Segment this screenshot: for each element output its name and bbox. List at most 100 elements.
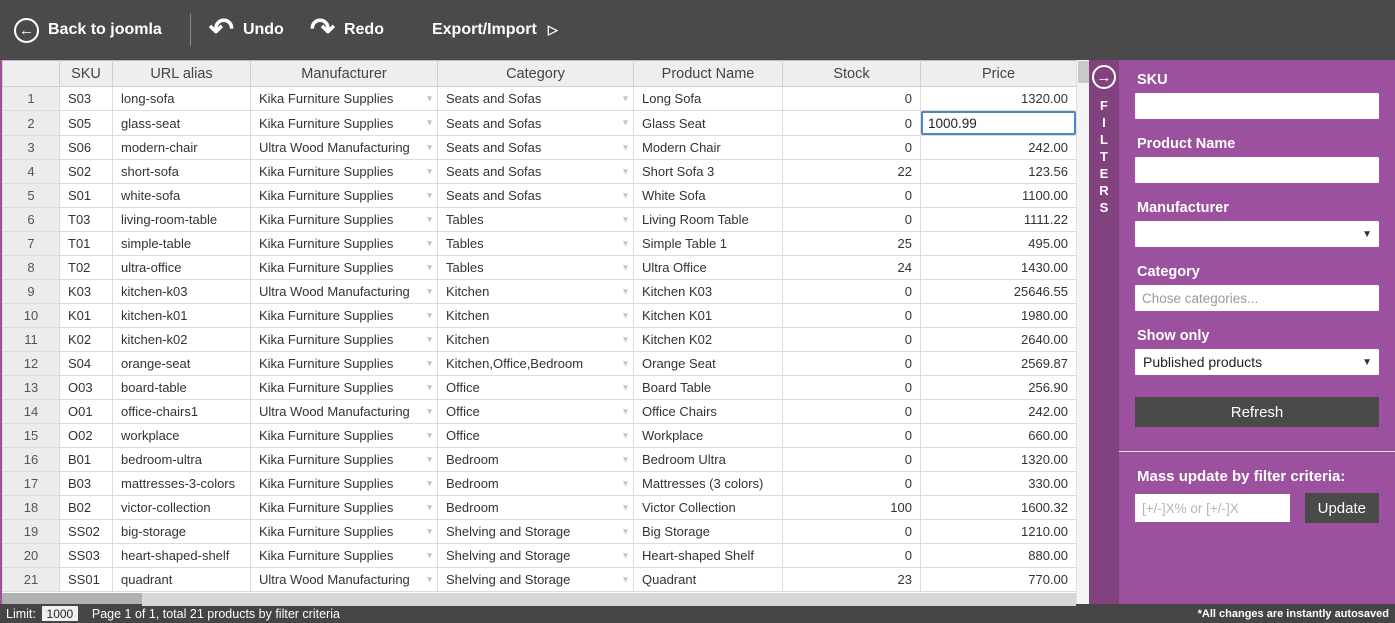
stock-cell[interactable]: 0 (783, 328, 921, 352)
stock-cell[interactable]: 0 (783, 520, 921, 544)
product-name-cell[interactable]: Orange Seat (634, 352, 783, 376)
price-cell[interactable]: 1100.00 (921, 184, 1077, 208)
manufacturer-cell[interactable]: Ultra Wood Manufacturing▾ (251, 400, 438, 424)
product-name-cell[interactable]: Modern Chair (634, 136, 783, 160)
url-alias-cell[interactable]: quadrant (113, 568, 251, 592)
sku-cell[interactable]: K03 (60, 280, 113, 304)
url-alias-cell[interactable]: white-sofa (113, 184, 251, 208)
category-cell[interactable]: Seats and Sofas▾ (438, 111, 634, 136)
category-cell[interactable]: Office▾ (438, 376, 634, 400)
url-alias-cell[interactable]: simple-table (113, 232, 251, 256)
sku-cell[interactable]: SS02 (60, 520, 113, 544)
price-cell[interactable]: 242.00 (921, 400, 1077, 424)
stock-cell[interactable]: 0 (783, 136, 921, 160)
price-cell[interactable]: 770.00 (921, 568, 1077, 592)
url-alias-cell[interactable]: office-chairs1 (113, 400, 251, 424)
price-cell[interactable]: 495.00 (921, 232, 1077, 256)
stock-cell[interactable]: 23 (783, 568, 921, 592)
sku-cell[interactable]: S04 (60, 352, 113, 376)
sku-cell[interactable]: S05 (60, 111, 113, 136)
category-cell[interactable]: Office▾ (438, 400, 634, 424)
manufacturer-cell[interactable]: Kika Furniture Supplies▾ (251, 496, 438, 520)
refresh-button[interactable]: Refresh (1135, 397, 1379, 427)
stock-cell[interactable]: 0 (783, 111, 921, 136)
category-cell[interactable]: Kitchen▾ (438, 280, 634, 304)
url-alias-cell[interactable]: living-room-table (113, 208, 251, 232)
stock-cell[interactable]: 100 (783, 496, 921, 520)
product-name-cell[interactable]: Office Chairs (634, 400, 783, 424)
category-cell[interactable]: Kitchen▾ (438, 328, 634, 352)
category-cell[interactable]: Tables▾ (438, 232, 634, 256)
url-alias-cell[interactable]: big-storage (113, 520, 251, 544)
url-alias-cell[interactable]: kitchen-k02 (113, 328, 251, 352)
price-edit-input[interactable] (921, 111, 1076, 135)
sku-cell[interactable]: S01 (60, 184, 113, 208)
price-cell[interactable]: 1600.32 (921, 496, 1077, 520)
url-alias-cell[interactable]: short-sofa (113, 160, 251, 184)
product-name-cell[interactable]: Big Storage (634, 520, 783, 544)
stock-cell[interactable]: 0 (783, 544, 921, 568)
manufacturer-cell[interactable]: Ultra Wood Manufacturing▾ (251, 568, 438, 592)
price-cell[interactable]: 256.90 (921, 376, 1077, 400)
redo-button[interactable]: ↷ Redo (310, 19, 384, 41)
sku-cell[interactable]: K01 (60, 304, 113, 328)
price-cell[interactable]: 880.00 (921, 544, 1077, 568)
price-cell[interactable]: 123.56 (921, 160, 1077, 184)
manufacturer-cell[interactable]: Ultra Wood Manufacturing▾ (251, 136, 438, 160)
price-cell[interactable] (921, 111, 1077, 136)
product-name-cell[interactable]: Workplace (634, 424, 783, 448)
product-name-cell[interactable]: Kitchen K02 (634, 328, 783, 352)
product-name-cell[interactable]: Simple Table 1 (634, 232, 783, 256)
manufacturer-cell[interactable]: Kika Furniture Supplies▾ (251, 111, 438, 136)
update-button[interactable]: Update (1305, 493, 1379, 523)
stock-cell[interactable]: 0 (783, 352, 921, 376)
product-name-cell[interactable]: Short Sofa 3 (634, 160, 783, 184)
manufacturer-cell[interactable]: Kika Furniture Supplies▾ (251, 472, 438, 496)
product-name-cell[interactable]: Ultra Office (634, 256, 783, 280)
category-cell[interactable]: Tables▾ (438, 256, 634, 280)
stock-cell[interactable]: 0 (783, 376, 921, 400)
url-alias-cell[interactable]: victor-collection (113, 496, 251, 520)
sku-cell[interactable]: S02 (60, 160, 113, 184)
stock-cell[interactable]: 0 (783, 472, 921, 496)
product-name-cell[interactable]: Kitchen K03 (634, 280, 783, 304)
manufacturer-cell[interactable]: Kika Furniture Supplies▾ (251, 87, 438, 111)
collapse-filters-icon[interactable]: → (1092, 65, 1116, 89)
url-alias-cell[interactable]: modern-chair (113, 136, 251, 160)
header-category[interactable]: Category (438, 61, 634, 87)
category-cell[interactable]: Office▾ (438, 424, 634, 448)
header-stock[interactable]: Stock (783, 61, 921, 87)
manufacturer-cell[interactable]: Kika Furniture Supplies▾ (251, 232, 438, 256)
product-name-cell[interactable]: Kitchen K01 (634, 304, 783, 328)
manufacturer-cell[interactable]: Ultra Wood Manufacturing▾ (251, 280, 438, 304)
product-name-cell[interactable]: Living Room Table (634, 208, 783, 232)
category-cell[interactable]: Seats and Sofas▾ (438, 184, 634, 208)
manufacturer-cell[interactable]: Kika Furniture Supplies▾ (251, 352, 438, 376)
sku-cell[interactable]: T02 (60, 256, 113, 280)
price-cell[interactable]: 1320.00 (921, 448, 1077, 472)
stock-cell[interactable]: 0 (783, 280, 921, 304)
header-product-name[interactable]: Product Name (634, 61, 783, 87)
category-cell[interactable]: Bedroom▾ (438, 472, 634, 496)
product-name-filter-input[interactable] (1135, 157, 1379, 183)
stock-cell[interactable]: 22 (783, 160, 921, 184)
show-only-select[interactable]: Published products ▼ (1135, 349, 1379, 375)
sku-cell[interactable]: B01 (60, 448, 113, 472)
undo-button[interactable]: ↶ Undo (209, 19, 284, 41)
sku-cell[interactable]: O02 (60, 424, 113, 448)
price-cell[interactable]: 25646.55 (921, 280, 1077, 304)
export-import-button[interactable]: Export/Import ▷ (432, 21, 558, 39)
price-cell[interactable]: 1430.00 (921, 256, 1077, 280)
category-cell[interactable]: Shelving and Storage▾ (438, 520, 634, 544)
url-alias-cell[interactable]: kitchen-k01 (113, 304, 251, 328)
manufacturer-cell[interactable]: Kika Furniture Supplies▾ (251, 424, 438, 448)
url-alias-cell[interactable]: ultra-office (113, 256, 251, 280)
stock-cell[interactable]: 0 (783, 87, 921, 111)
product-name-cell[interactable]: Quadrant (634, 568, 783, 592)
product-name-cell[interactable]: Bedroom Ultra (634, 448, 783, 472)
price-cell[interactable]: 2640.00 (921, 328, 1077, 352)
category-cell[interactable]: Tables▾ (438, 208, 634, 232)
sku-cell[interactable]: K02 (60, 328, 113, 352)
stock-cell[interactable]: 0 (783, 184, 921, 208)
stock-cell[interactable]: 24 (783, 256, 921, 280)
